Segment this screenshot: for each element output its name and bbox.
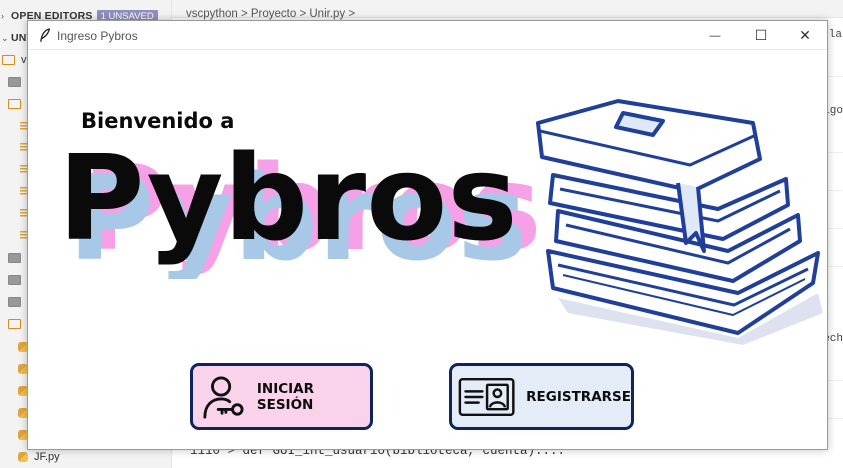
maximize-icon: ☐ <box>754 27 768 43</box>
python-file-icon <box>18 452 28 462</box>
logo-text: Pybros <box>58 139 518 267</box>
register-label: REGISTRARSE <box>526 388 631 405</box>
folder-open-icon <box>8 99 21 109</box>
login-window: Ingreso Pybros — ☐ ✕ Bienvenido a Pybros… <box>27 20 828 450</box>
window-title: Ingreso Pybros <box>57 29 138 43</box>
breadcrumb[interactable]: vscpython > Proyecto > Unir.py > <box>186 8 355 20</box>
code-fragment: la <box>828 29 842 41</box>
id-card-icon <box>458 377 515 416</box>
folder-icon <box>8 297 21 307</box>
chevron-down-icon: ⌄ <box>1 32 9 43</box>
folder-open-icon <box>8 319 21 329</box>
folder-icon <box>8 77 21 87</box>
register-button[interactable]: REGISTRARSE <box>449 363 634 430</box>
feather-icon <box>40 28 51 42</box>
window-titlebar[interactable]: Ingreso Pybros — ☐ ✕ <box>28 21 827 50</box>
maximize-button[interactable]: ☐ <box>738 21 784 50</box>
close-button[interactable]: ✕ <box>782 21 828 50</box>
file-label: JF.py <box>34 451 60 463</box>
folder-icon <box>2 55 15 65</box>
user-key-icon <box>203 375 244 419</box>
login-label: INICIAR SESIÓN <box>256 380 315 413</box>
pybros-logo: Pybros Pybros Pybros <box>58 139 538 279</box>
chevron-right-icon: › <box>1 11 4 21</box>
close-icon: ✕ <box>799 27 811 43</box>
login-button[interactable]: INICIAR SESIÓN <box>190 363 373 430</box>
folder-label: v <box>21 54 27 66</box>
welcome-heading: Bienvenido a <box>81 109 235 133</box>
folder-icon <box>8 253 21 263</box>
minimize-icon: — <box>709 29 721 42</box>
file-row[interactable]: JF.py <box>0 447 172 467</box>
folder-icon <box>8 275 21 285</box>
stack-of-books-illustration <box>536 99 823 345</box>
minimize-button[interactable]: — <box>692 21 738 50</box>
